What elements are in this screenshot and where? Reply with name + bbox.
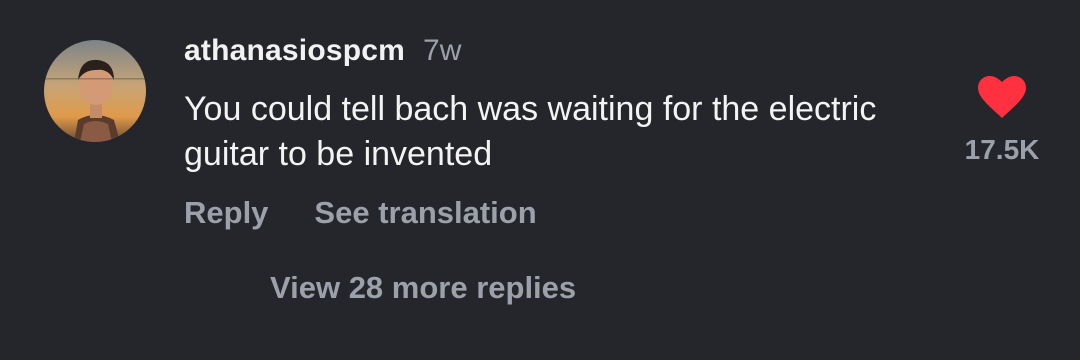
- like-count: 17.5K: [964, 134, 1040, 165]
- avatar-photo: [44, 40, 146, 142]
- username[interactable]: athanasiospcm: [184, 34, 405, 68]
- reply-button[interactable]: Reply: [184, 195, 268, 231]
- comment-content: athanasiospcm 7w You could tell bach was…: [184, 34, 924, 235]
- comment-text: You could tell bach was waiting for the …: [184, 90, 877, 173]
- timestamp: 7w: [423, 34, 462, 67]
- comment-actions: Reply See translation: [184, 191, 924, 235]
- avatar[interactable]: [44, 40, 146, 142]
- see-translation-button[interactable]: See translation: [314, 195, 536, 231]
- view-more-replies-button[interactable]: View 28 more replies: [270, 270, 576, 306]
- like-control: 17.5K: [952, 76, 1052, 166]
- comment-meta: athanasiospcm 7w: [184, 34, 924, 74]
- comment-item: athanasiospcm 7w You could tell bach was…: [0, 0, 1080, 360]
- heart-icon[interactable]: [978, 76, 1026, 118]
